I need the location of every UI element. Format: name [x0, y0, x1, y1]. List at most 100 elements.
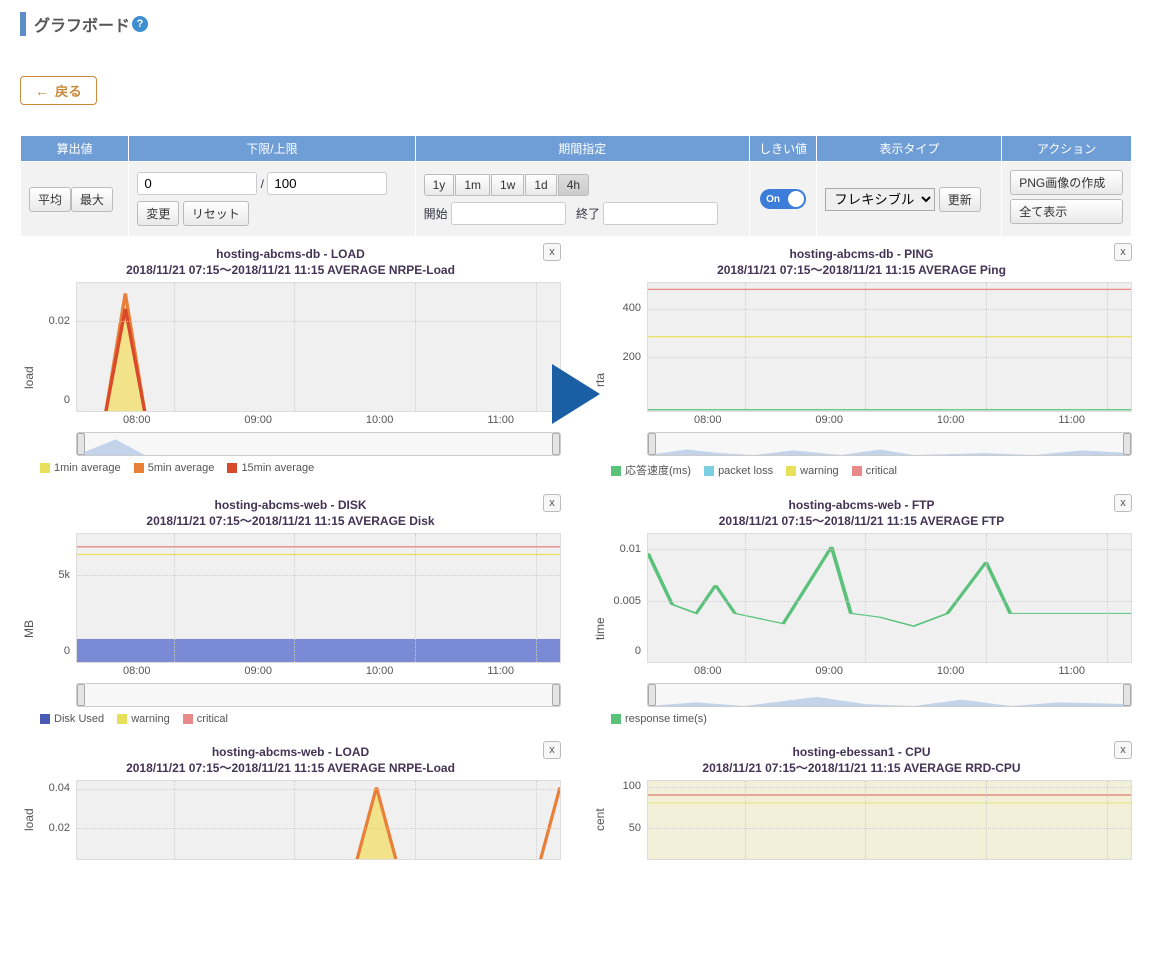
chart-navigator[interactable]: [647, 683, 1132, 707]
x-ticks: 08:0009:0010:0011:00: [76, 414, 561, 426]
threshold-toggle-label: On: [766, 194, 780, 205]
x-ticks: 08:0009:0010:0011:00: [647, 665, 1132, 677]
y-ticks: 200 400: [613, 282, 643, 412]
chart-plot[interactable]: [76, 780, 561, 860]
upper-input[interactable]: [267, 172, 387, 195]
nav-handle-left[interactable]: [648, 684, 656, 706]
col-range: 下限/上限: [129, 136, 415, 162]
chart-navigator[interactable]: [76, 683, 561, 707]
nav-handle-right[interactable]: [1123, 433, 1131, 455]
charts-grid: x hosting-abcms-db - LOAD 2018/11/21 07:…: [20, 247, 1132, 860]
arrow-left-icon: ←: [35, 83, 49, 99]
period-1y[interactable]: 1y: [424, 174, 455, 196]
y-ticks: 0.02 0.04: [42, 780, 72, 860]
png-export-button[interactable]: PNG画像の作成: [1010, 170, 1123, 195]
chart-title: hosting-abcms-web - LOAD: [20, 745, 561, 759]
chart-cell-0: x hosting-abcms-db - LOAD 2018/11/21 07:…: [20, 247, 561, 478]
chart-close-button[interactable]: x: [543, 243, 561, 261]
chart-subtitle: 2018/11/21 07:15～2018/11/21 11:15 AVERAG…: [591, 512, 1132, 529]
period-1m[interactable]: 1m: [455, 174, 490, 196]
chart-close-button[interactable]: x: [543, 494, 561, 512]
period-4h[interactable]: 4h: [558, 174, 589, 196]
y-ticks: 50 100: [613, 780, 643, 860]
chart-subtitle: 2018/11/21 07:15～2018/11/21 11:15 AVERAG…: [591, 759, 1132, 776]
col-display: 表示タイプ: [817, 136, 1002, 162]
chart-title: hosting-abcms-web - DISK: [20, 498, 561, 512]
chart-plot[interactable]: [647, 533, 1132, 663]
chart-navigator[interactable]: [647, 432, 1132, 456]
chart-ylabel: MB: [20, 533, 40, 725]
slash: /: [261, 177, 268, 191]
chart-plot[interactable]: [647, 282, 1132, 412]
nav-handle-left[interactable]: [77, 684, 85, 706]
chart-plot[interactable]: [76, 533, 561, 663]
chart-title: hosting-ebessan1 - CPU: [591, 745, 1132, 759]
x-ticks: 08:0009:0010:0011:00: [76, 665, 561, 677]
change-button[interactable]: 変更: [137, 201, 179, 226]
y-ticks: 0 0.02: [42, 282, 72, 412]
threshold-toggle[interactable]: On: [760, 189, 806, 209]
chart-legend: 応答速度(ms) packet loss warning critical: [611, 462, 1132, 478]
col-threshold: しきい値: [749, 136, 817, 162]
chart-navigator[interactable]: [76, 432, 561, 456]
chart-cell-5: x hosting-ebessan1 - CPU 2018/11/21 07:1…: [591, 745, 1132, 860]
title-accent: [20, 12, 26, 36]
chart-cell-4: x hosting-abcms-web - LOAD 2018/11/21 07…: [20, 745, 561, 860]
chart-cell-2: x hosting-abcms-web - DISK 2018/11/21 07…: [20, 498, 561, 725]
chart-subtitle: 2018/11/21 07:15～2018/11/21 11:15 AVERAG…: [20, 512, 561, 529]
help-icon[interactable]: ?: [132, 16, 148, 32]
chart-plot[interactable]: [76, 282, 561, 412]
chart-legend: Disk Used warning critical: [40, 713, 561, 725]
reset-button[interactable]: リセット: [183, 201, 249, 226]
col-period: 期間指定: [415, 136, 749, 162]
show-all-button[interactable]: 全て表示: [1010, 199, 1123, 224]
chart-close-button[interactable]: x: [543, 741, 561, 759]
period-1w[interactable]: 1w: [491, 174, 524, 196]
chart-subtitle: 2018/11/21 07:15～2018/11/21 11:15 AVERAG…: [20, 759, 561, 776]
swatch-icon: [117, 714, 127, 724]
chart-plot[interactable]: [647, 780, 1132, 860]
swatch-icon: [611, 466, 621, 476]
lower-input[interactable]: [137, 172, 257, 195]
nav-handle-right[interactable]: [1123, 684, 1131, 706]
chart-close-button[interactable]: x: [1114, 741, 1132, 759]
nav-handle-right[interactable]: [552, 684, 560, 706]
nav-handle-left[interactable]: [77, 433, 85, 455]
controls-table: 算出値 下限/上限 期間指定 しきい値 表示タイプ アクション 平均最大 / 変…: [20, 135, 1132, 237]
display-type-select[interactable]: フレキシブル: [825, 188, 935, 211]
back-label: 戻る: [55, 81, 82, 100]
calc-max-button[interactable]: 最大: [71, 187, 113, 212]
end-label: 終了: [576, 207, 600, 221]
y-ticks: 0 5k: [42, 533, 72, 663]
swatch-icon: [134, 463, 144, 473]
chart-legend: response time(s): [611, 713, 1132, 725]
back-button[interactable]: ← 戻る: [20, 76, 97, 105]
period-1d[interactable]: 1d: [525, 174, 556, 196]
chart-cell-3: x hosting-abcms-web - FTP 2018/11/21 07:…: [591, 498, 1132, 725]
swatch-icon: [786, 466, 796, 476]
swatch-icon: [704, 466, 714, 476]
play-icon[interactable]: [552, 364, 600, 424]
toggle-knob-icon: [788, 191, 804, 207]
chart-legend: 1min average 5min average 15min average: [40, 462, 561, 474]
update-button[interactable]: 更新: [939, 187, 981, 212]
nav-handle-left[interactable]: [648, 433, 656, 455]
chart-title: hosting-abcms-db - PING: [591, 247, 1132, 261]
chart-cell-1: x hosting-abcms-db - PING 2018/11/21 07:…: [591, 247, 1132, 478]
x-ticks: 08:0009:0010:0011:00: [647, 414, 1132, 426]
col-calc: 算出値: [21, 136, 129, 162]
col-action: アクション: [1002, 136, 1132, 162]
swatch-icon: [227, 463, 237, 473]
chart-ylabel: time: [591, 533, 611, 725]
chart-title: hosting-abcms-db - LOAD: [20, 247, 561, 261]
chart-title: hosting-abcms-web - FTP: [591, 498, 1132, 512]
swatch-icon: [183, 714, 193, 724]
end-input[interactable]: [603, 202, 718, 225]
calc-avg-button[interactable]: 平均: [29, 187, 71, 212]
chart-close-button[interactable]: x: [1114, 243, 1132, 261]
nav-handle-right[interactable]: [552, 433, 560, 455]
chart-close-button[interactable]: x: [1114, 494, 1132, 512]
chart-ylabel: load: [20, 780, 40, 860]
start-input[interactable]: [451, 202, 566, 225]
chart-subtitle: 2018/11/21 07:15～2018/11/21 11:15 AVERAG…: [20, 261, 561, 278]
